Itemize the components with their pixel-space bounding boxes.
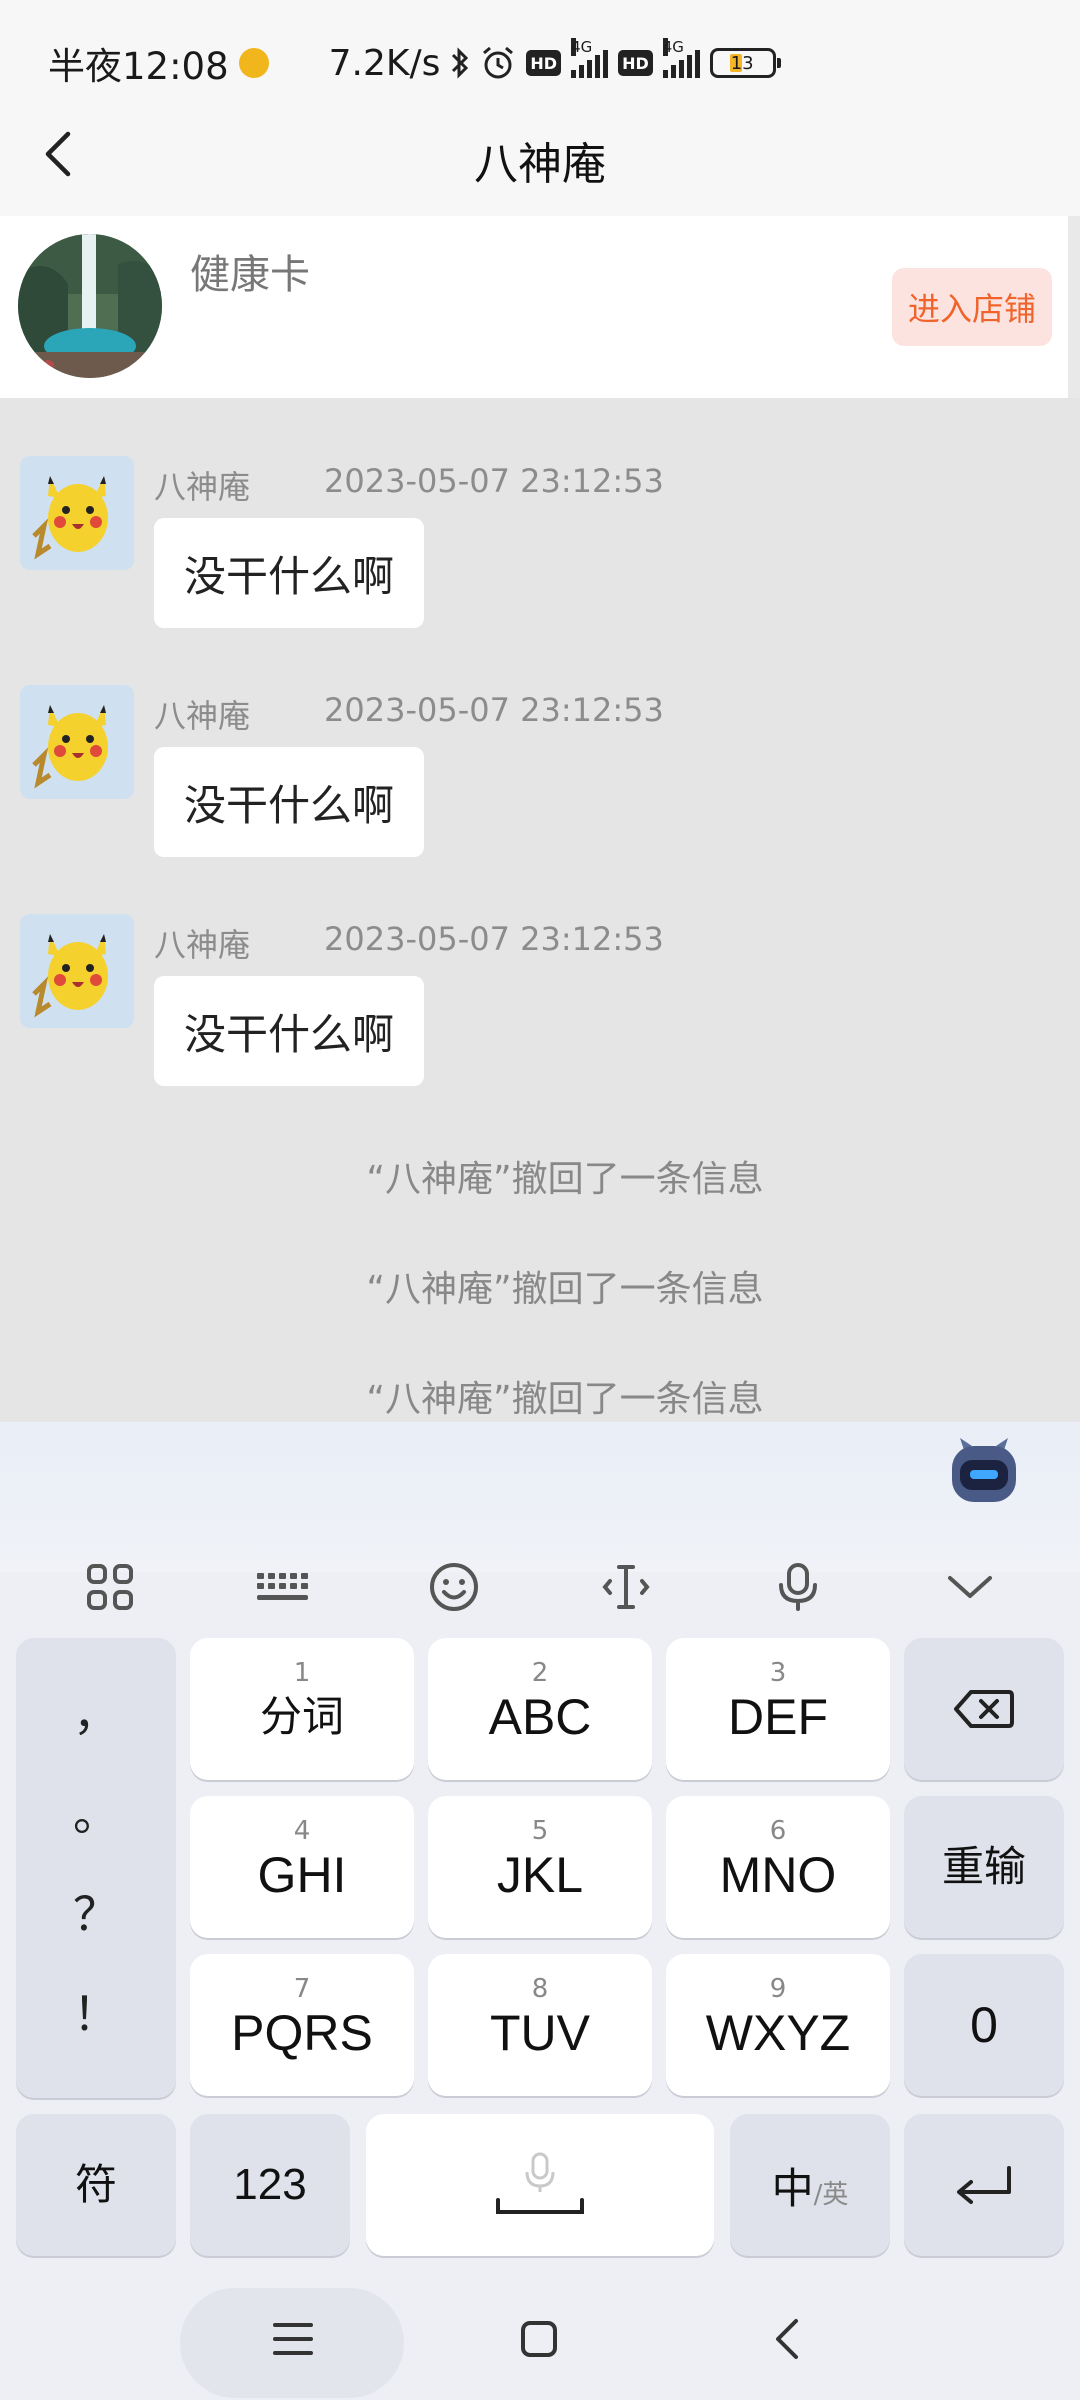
signal-4g-icon: 4G [571, 38, 609, 78]
reenter-key[interactable]: 重输 [904, 1796, 1064, 1938]
punct-comma[interactable]: ， [16, 1678, 176, 1744]
text-cursor-icon[interactable] [581, 1542, 671, 1632]
enter-icon [957, 2166, 1011, 2204]
store-card[interactable]: 健康卡 进入店铺 [0, 216, 1068, 398]
space-key[interactable] [366, 2114, 714, 2256]
chat-list[interactable]: 八神庵 2023-05-07 23:12:53 没干什么啊 八神庵 2023-0… [0, 398, 1080, 1422]
backspace-icon [954, 1690, 1014, 1728]
recall-notice: “八神庵”撤回了一条信息 [366, 1379, 764, 1420]
store-avatar[interactable] [18, 234, 162, 378]
punct-period[interactable]: 。 [16, 1778, 176, 1844]
punct-exclaim[interactable]: ！ [16, 1978, 176, 2044]
signal-4g-icon: 4G [662, 38, 700, 78]
notification-app-icon [238, 48, 269, 78]
lang-alt-label: /英 [813, 2179, 849, 2210]
battery-icon: 13 [709, 48, 781, 78]
lang-main-label: 中 [771, 2163, 814, 2213]
back-triangle-icon[interactable] [752, 2304, 822, 2374]
key-2[interactable]: 2 ABC [428, 1638, 652, 1780]
key-9[interactable]: 9 WXYZ [666, 1954, 890, 2096]
keyboard-toolbar [0, 1532, 1080, 1642]
key-6[interactable]: 6 MNO [666, 1796, 890, 1938]
message-time: 2023-05-07 23:12:53 [324, 691, 664, 729]
grid-apps-icon[interactable] [65, 1542, 155, 1632]
system-nav-bar [0, 2274, 1080, 2400]
enter-key[interactable] [904, 2114, 1064, 2256]
status-time: 半夜12:08 [48, 45, 229, 88]
alarm-icon [480, 45, 516, 81]
scrollbar [1068, 216, 1080, 398]
keyboard-icon[interactable] [237, 1542, 327, 1632]
microphone-icon[interactable] [753, 1542, 843, 1632]
robot-assistant-icon[interactable] [948, 1436, 1020, 1506]
punct-question[interactable]: ？ [16, 1878, 176, 1944]
home-square-icon[interactable] [504, 2304, 574, 2374]
enter-store-button[interactable]: 进入店铺 [892, 268, 1052, 346]
emoji-icon[interactable] [409, 1542, 499, 1632]
avatar[interactable] [20, 914, 134, 1028]
zero-key[interactable]: 0 [904, 1954, 1064, 2096]
store-name: 健康卡 [190, 252, 310, 298]
message-sender: 八神庵 [154, 926, 251, 964]
key-3[interactable]: 3 DEF [666, 1638, 890, 1780]
key-7[interactable]: 7 PQRS [190, 1954, 414, 2096]
message-bubble[interactable]: 没干什么啊 [154, 518, 425, 628]
key-5[interactable]: 5 JKL [428, 1796, 652, 1938]
battery-level: 13 [730, 52, 754, 74]
hd-icon: HD [618, 50, 653, 76]
numbers-key[interactable]: 123 [190, 2114, 350, 2256]
message-time: 2023-05-07 23:12:53 [324, 920, 664, 958]
key-1[interactable]: 1 分词 [190, 1638, 414, 1780]
chat-message: 八神庵 2023-05-07 23:12:53 没干什么啊 [0, 685, 1080, 885]
recall-notice: “八神庵”撤回了一条信息 [366, 1269, 764, 1310]
message-bubble[interactable]: 没干什么啊 [154, 747, 425, 857]
avatar[interactable] [20, 685, 134, 799]
menu-icon[interactable] [258, 2304, 328, 2374]
chat-message: 八神庵 2023-05-07 23:12:53 没干什么啊 [0, 456, 1080, 656]
key-4[interactable]: 4 GHI [190, 1796, 414, 1938]
symbols-key[interactable]: 符 [16, 2114, 176, 2256]
language-switch-key[interactable]: 中/英 [730, 2114, 890, 2256]
space-mic-icon [496, 2152, 584, 2214]
ime-keyboard: ， 。 ？ ！ 1 分词 2 ABC 3 DEF 4 GHI 5 JKL 6 M… [0, 1422, 1080, 2400]
message-bubble[interactable]: 没干什么啊 [154, 976, 425, 1086]
message-time: 2023-05-07 23:12:53 [324, 462, 664, 500]
network-speed: 7.2K/s [328, 42, 441, 84]
avatar[interactable] [20, 456, 134, 570]
bluetooth-icon [450, 46, 470, 80]
delete-key[interactable] [904, 1638, 1064, 1780]
message-sender: 八神庵 [154, 697, 251, 735]
recall-notice: “八神庵”撤回了一条信息 [366, 1159, 764, 1200]
collapse-chevron-icon[interactable] [925, 1542, 1015, 1632]
punctuation-column[interactable]: ， 。 ？ ！ [16, 1638, 176, 2098]
message-sender: 八神庵 [154, 468, 251, 506]
chat-header: 八神庵 [0, 90, 1080, 216]
hd-icon: HD [526, 50, 562, 76]
chat-message: 八神庵 2023-05-07 23:12:53 没干什么啊 [0, 914, 1080, 1114]
key-8[interactable]: 8 TUV [428, 1954, 652, 2096]
page-title: 八神庵 [474, 139, 606, 190]
